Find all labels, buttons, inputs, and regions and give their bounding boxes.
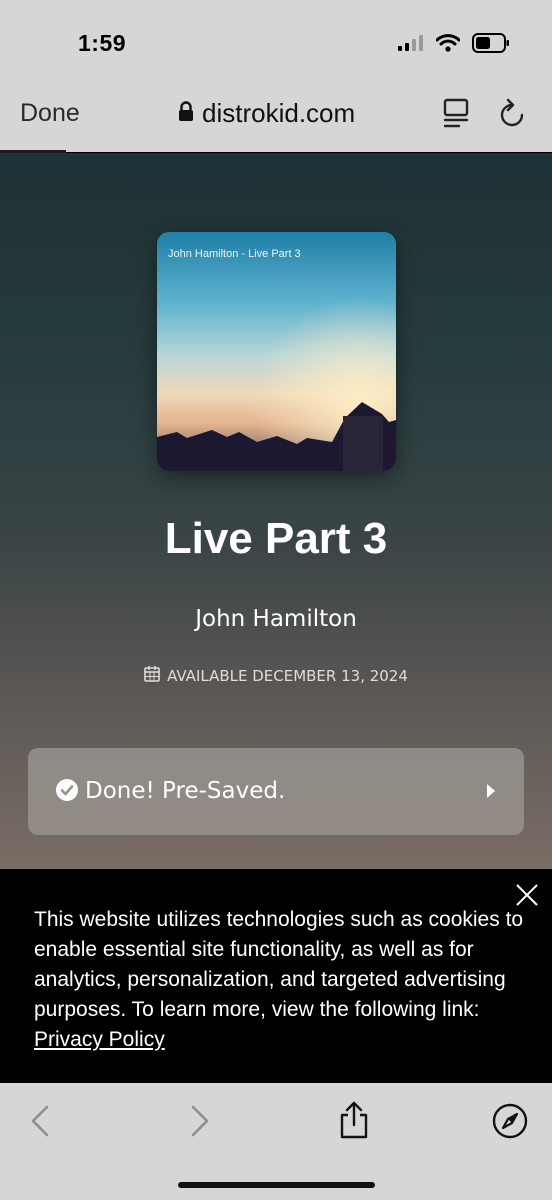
presave-label: Done! Pre-Saved. bbox=[85, 778, 286, 804]
share-icon[interactable] bbox=[338, 1101, 370, 1144]
availability-text: AVAILABLE DECEMBER 13, 2024 bbox=[167, 666, 408, 685]
done-button[interactable]: Done bbox=[20, 99, 80, 128]
album-art-caption: John Hamilton - Live Part 3 bbox=[168, 248, 301, 260]
compass-icon[interactable] bbox=[492, 1103, 528, 1144]
lock-icon bbox=[178, 98, 194, 129]
status-bar: 1:59 bbox=[0, 0, 552, 82]
cookie-text: This website utilizes technologies such … bbox=[34, 908, 524, 1021]
album-art: John Hamilton - Live Part 3 bbox=[157, 232, 396, 471]
cookie-message: This website utilizes technologies such … bbox=[34, 905, 524, 1055]
battery-icon bbox=[472, 33, 510, 58]
address-bar[interactable]: distrokid.com bbox=[178, 98, 355, 129]
browser-bar: Done distrokid.com bbox=[0, 82, 552, 152]
reload-icon[interactable] bbox=[498, 97, 526, 134]
wifi-icon bbox=[435, 34, 461, 57]
release-date: AVAILABLE DECEMBER 13, 2024 bbox=[0, 665, 552, 686]
privacy-policy-link[interactable]: Privacy Policy bbox=[34, 1028, 165, 1051]
caret-right-icon bbox=[486, 784, 496, 803]
cellular-signal-icon bbox=[398, 35, 424, 56]
album-art-image bbox=[157, 232, 396, 471]
artist-name: John Hamilton bbox=[195, 606, 357, 632]
calendar-icon bbox=[144, 665, 160, 686]
cookie-banner: This website utilizes technologies such … bbox=[0, 869, 552, 1083]
presave-button[interactable]: Done! Pre-Saved. bbox=[28, 748, 524, 835]
url-text: distrokid.com bbox=[202, 98, 356, 128]
release-title: Live Part 3 bbox=[164, 514, 388, 563]
forward-icon[interactable] bbox=[190, 1105, 210, 1142]
reader-mode-icon[interactable] bbox=[443, 98, 469, 133]
home-indicator bbox=[178, 1182, 375, 1188]
status-icons bbox=[398, 33, 510, 58]
check-circle-icon bbox=[56, 779, 78, 806]
status-time: 1:59 bbox=[78, 30, 127, 56]
back-icon[interactable] bbox=[30, 1105, 50, 1142]
